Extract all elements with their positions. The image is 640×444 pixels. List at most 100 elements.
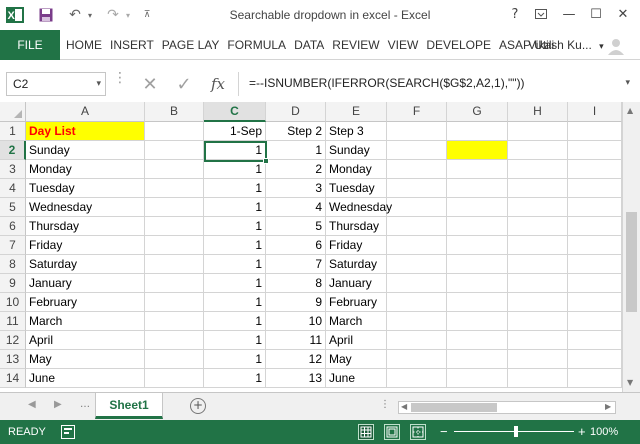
cell-c9[interactable]: 1	[204, 274, 266, 293]
cell-f12[interactable]	[387, 331, 447, 350]
cell-h4[interactable]	[508, 179, 568, 198]
cell-c7[interactable]: 1	[204, 236, 266, 255]
horizontal-scroll-thumb[interactable]	[411, 403, 497, 412]
zoom-slider-thumb[interactable]	[514, 426, 518, 437]
cell-d13[interactable]: 12	[266, 350, 326, 369]
column-header-g[interactable]: G	[447, 102, 508, 122]
cell-g2[interactable]	[447, 141, 508, 160]
column-header-e[interactable]: E	[326, 102, 387, 122]
row-header-10[interactable]: 10	[0, 293, 26, 312]
tab-formulas[interactable]: FORMULA	[223, 38, 290, 52]
cell-e9[interactable]: January	[326, 274, 387, 293]
cell-e13[interactable]: May	[326, 350, 387, 369]
maximize-button[interactable]: ☐	[585, 4, 607, 24]
cell-e1[interactable]: Step 3	[326, 122, 387, 141]
file-tab[interactable]: FILE	[0, 30, 60, 60]
cell-h5[interactable]	[508, 198, 568, 217]
zoom-in-button[interactable]: +	[578, 424, 586, 439]
vertical-scrollbar[interactable]: ▲ ▼	[622, 102, 640, 392]
cell-a2[interactable]: Sunday	[26, 141, 145, 160]
user-account[interactable]: Vikash Ku... ▾	[528, 38, 604, 52]
cell-g8[interactable]	[447, 255, 508, 274]
column-header-i[interactable]: I	[568, 102, 622, 122]
undo-icon[interactable]: ↶	[66, 6, 84, 24]
cell-g9[interactable]	[447, 274, 508, 293]
cell-d7[interactable]: 6	[266, 236, 326, 255]
row-header-1[interactable]: 1	[0, 122, 26, 141]
row-header-2[interactable]: 2	[0, 141, 26, 160]
cell-c3[interactable]: 1	[204, 160, 266, 179]
cell-e5[interactable]: Wednesday	[326, 198, 392, 217]
cell-d8[interactable]: 7	[266, 255, 326, 274]
cell-g10[interactable]	[447, 293, 508, 312]
cell-d9[interactable]: 8	[266, 274, 326, 293]
tab-insert[interactable]: INSERT	[106, 38, 158, 52]
excel-logo-icon[interactable]: X	[4, 6, 26, 24]
cell-f1[interactable]	[387, 122, 447, 141]
cell-d3[interactable]: 2	[266, 160, 326, 179]
undo-dropdown-icon[interactable]: ▾	[84, 6, 96, 24]
tab-developer[interactable]: DEVELOPE	[422, 38, 495, 52]
cell-a14[interactable]: June	[26, 369, 145, 388]
select-all-button[interactable]	[0, 102, 26, 122]
row-header-11[interactable]: 11	[0, 312, 26, 331]
customize-toolbar-icon[interactable]: ⊼	[140, 6, 154, 24]
cell-g3[interactable]	[447, 160, 508, 179]
cell-b4[interactable]	[145, 179, 204, 198]
cell-h1[interactable]	[508, 122, 568, 141]
cell-b3[interactable]	[145, 160, 204, 179]
formula-input[interactable]: =--ISNUMBER(IFERROR(SEARCH($G$2,A2,1),""…	[238, 72, 634, 96]
cell-b6[interactable]	[145, 217, 204, 236]
zoom-out-button[interactable]: −	[440, 424, 448, 439]
cell-g11[interactable]	[447, 312, 508, 331]
cell-b1[interactable]	[145, 122, 204, 141]
cell-a6[interactable]: Thursday	[26, 217, 145, 236]
cell-c14[interactable]: 1	[204, 369, 266, 388]
cell-d6[interactable]: 5	[266, 217, 326, 236]
cell-c11[interactable]: 1	[204, 312, 266, 331]
cell-b10[interactable]	[145, 293, 204, 312]
scroll-up-icon[interactable]: ▲	[627, 106, 633, 115]
cell-f10[interactable]	[387, 293, 447, 312]
active-cell-selection[interactable]	[204, 141, 269, 164]
row-header-8[interactable]: 8	[0, 255, 26, 274]
normal-view-icon[interactable]	[358, 424, 374, 440]
cell-d4[interactable]: 3	[266, 179, 326, 198]
cell-e4[interactable]: Tuesday	[326, 179, 387, 198]
tab-view[interactable]: VIEW	[384, 38, 423, 52]
cell-a12[interactable]: April	[26, 331, 145, 350]
cell-e6[interactable]: Thursday	[326, 217, 387, 236]
cell-b8[interactable]	[145, 255, 204, 274]
cell-i13[interactable]	[568, 350, 622, 369]
cell-a1[interactable]: Day List	[26, 122, 145, 141]
cell-c4[interactable]: 1	[204, 179, 266, 198]
cell-h8[interactable]	[508, 255, 568, 274]
cell-e10[interactable]: February	[326, 293, 387, 312]
cell-c8[interactable]: 1	[204, 255, 266, 274]
cell-d10[interactable]: 9	[266, 293, 326, 312]
cell-d1[interactable]: Step 2	[266, 122, 326, 141]
save-icon[interactable]	[36, 6, 56, 24]
redo-icon[interactable]: ↷	[104, 6, 122, 24]
more-sheets-icon[interactable]: …	[80, 399, 90, 410]
cell-b11[interactable]	[145, 312, 204, 331]
tab-page-layout[interactable]: PAGE LAY	[158, 38, 224, 52]
zoom-level[interactable]: 100%	[590, 426, 618, 438]
cell-h2[interactable]	[508, 141, 568, 160]
cell-e11[interactable]: March	[326, 312, 387, 331]
cell-e12[interactable]: April	[326, 331, 387, 350]
cell-d14[interactable]: 13	[266, 369, 326, 388]
cell-g7[interactable]	[447, 236, 508, 255]
row-header-9[interactable]: 9	[0, 274, 26, 293]
cell-f8[interactable]	[387, 255, 447, 274]
column-header-h[interactable]: H	[508, 102, 568, 122]
cell-a3[interactable]: Monday	[26, 160, 145, 179]
row-header-4[interactable]: 4	[0, 179, 26, 198]
cell-c13[interactable]: 1	[204, 350, 266, 369]
cell-f9[interactable]	[387, 274, 447, 293]
cell-c1[interactable]: 1-Sep	[204, 122, 266, 141]
cell-i3[interactable]	[568, 160, 622, 179]
cell-i1[interactable]	[568, 122, 622, 141]
cell-h14[interactable]	[508, 369, 568, 388]
cell-d12[interactable]: 11	[266, 331, 326, 350]
